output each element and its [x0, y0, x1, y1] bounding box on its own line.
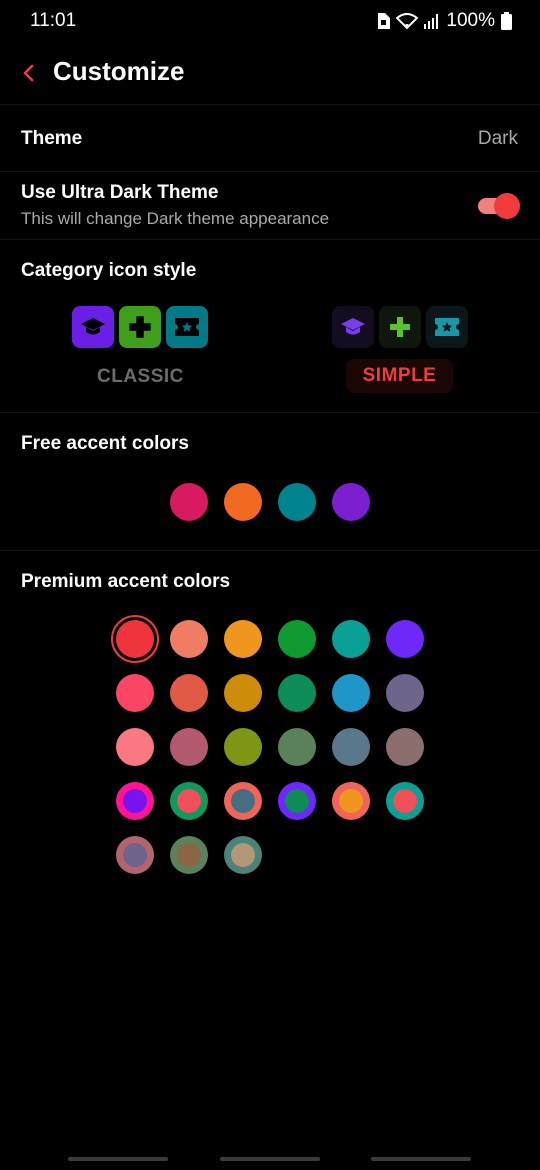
premium-colors-label: Premium accent colors	[21, 571, 231, 592]
sim-card-icon	[378, 13, 391, 29]
swatch-inner-color	[285, 789, 309, 813]
premium-color-swatch[interactable]	[170, 620, 208, 658]
premium-color-swatch[interactable]	[332, 674, 370, 712]
premium-color-swatch[interactable]	[224, 674, 262, 712]
premium-colors-section: Premium accent colors	[0, 551, 540, 931]
page-title: Customize	[53, 56, 185, 86]
premium-color-swatch[interactable]	[386, 782, 424, 820]
premium-color-swatch[interactable]	[116, 620, 154, 658]
graduation-cap-icon	[332, 306, 374, 348]
premium-color-swatch[interactable]	[170, 674, 208, 712]
premium-color-swatch[interactable]	[170, 782, 208, 820]
swatch-inner-color	[123, 789, 147, 813]
classic-style-label[interactable]: CLASSIC	[97, 366, 184, 388]
plus-icon	[119, 306, 161, 348]
free-color-swatch[interactable]	[170, 483, 208, 521]
swatch-inner-color	[231, 789, 255, 813]
premium-color-swatch[interactable]	[386, 674, 424, 712]
free-color-swatch[interactable]	[332, 483, 370, 521]
premium-color-swatch[interactable]	[386, 728, 424, 766]
free-colors-label: Free accent colors	[21, 433, 189, 454]
status-time: 11:01	[30, 10, 77, 31]
ultra-dark-description: This will change Dark theme appearance	[21, 209, 330, 228]
premium-color-swatch[interactable]	[224, 836, 262, 874]
wifi-icon	[396, 13, 419, 29]
premium-color-swatch[interactable]	[278, 728, 316, 766]
signal-icon	[424, 14, 439, 29]
swatch-inner-color	[339, 789, 363, 813]
premium-color-swatch[interactable]	[170, 728, 208, 766]
category-style-label: Category icon style	[21, 260, 197, 281]
premium-color-swatch[interactable]	[116, 782, 154, 820]
classic-icon-set[interactable]	[72, 306, 208, 348]
nav-hint-center	[220, 1157, 320, 1161]
premium-color-swatch[interactable]	[170, 836, 208, 874]
ultra-dark-row[interactable]: Use Ultra Dark Theme This will change Da…	[0, 172, 540, 240]
free-color-swatch[interactable]	[278, 483, 316, 521]
plus-icon	[379, 306, 421, 348]
ultra-dark-label: Use Ultra Dark Theme	[21, 182, 219, 203]
nav-hint-left	[68, 1157, 168, 1161]
swatch-inner-color	[177, 843, 201, 867]
premium-color-swatch[interactable]	[332, 728, 370, 766]
premium-color-swatch[interactable]	[116, 728, 154, 766]
swatch-inner-color	[123, 843, 147, 867]
status-icons: 100%	[376, 10, 512, 32]
premium-color-swatch[interactable]	[224, 728, 262, 766]
free-colors-section: Free accent colors	[0, 413, 540, 551]
premium-color-swatch[interactable]	[332, 782, 370, 820]
swatch-inner-color	[231, 843, 255, 867]
premium-color-swatch[interactable]	[116, 674, 154, 712]
swatch-inner-color	[177, 789, 201, 813]
simple-style-option[interactable]: SIMPLE	[346, 359, 453, 393]
battery-icon	[501, 12, 512, 30]
app-bar: Customize	[0, 42, 540, 105]
nav-hint-right	[371, 1157, 471, 1161]
free-color-swatch[interactable]	[224, 483, 262, 521]
toggle-knob	[494, 193, 520, 219]
premium-color-swatch[interactable]	[278, 620, 316, 658]
theme-label: Theme	[21, 128, 83, 149]
status-bar: 11:01 100%	[0, 0, 540, 42]
premium-color-swatch[interactable]	[278, 782, 316, 820]
premium-color-swatch[interactable]	[278, 674, 316, 712]
premium-color-swatch[interactable]	[386, 620, 424, 658]
premium-color-swatch[interactable]	[224, 620, 262, 658]
theme-row[interactable]: Theme Dark	[0, 105, 540, 172]
premium-color-swatch[interactable]	[332, 620, 370, 658]
chevron-left-icon	[23, 64, 34, 82]
ultra-dark-toggle[interactable]	[478, 193, 520, 219]
simple-icon-set[interactable]	[332, 306, 468, 348]
premium-color-swatch[interactable]	[116, 836, 154, 874]
ticket-icon	[166, 306, 208, 348]
premium-color-swatch[interactable]	[224, 782, 262, 820]
graduation-cap-icon	[72, 306, 114, 348]
swatch-inner-color	[393, 789, 417, 813]
battery-percent: 100%	[446, 10, 495, 31]
back-button[interactable]	[14, 56, 42, 90]
theme-value: Dark	[477, 128, 518, 149]
ticket-icon	[426, 306, 468, 348]
simple-style-label: SIMPLE	[362, 365, 437, 386]
